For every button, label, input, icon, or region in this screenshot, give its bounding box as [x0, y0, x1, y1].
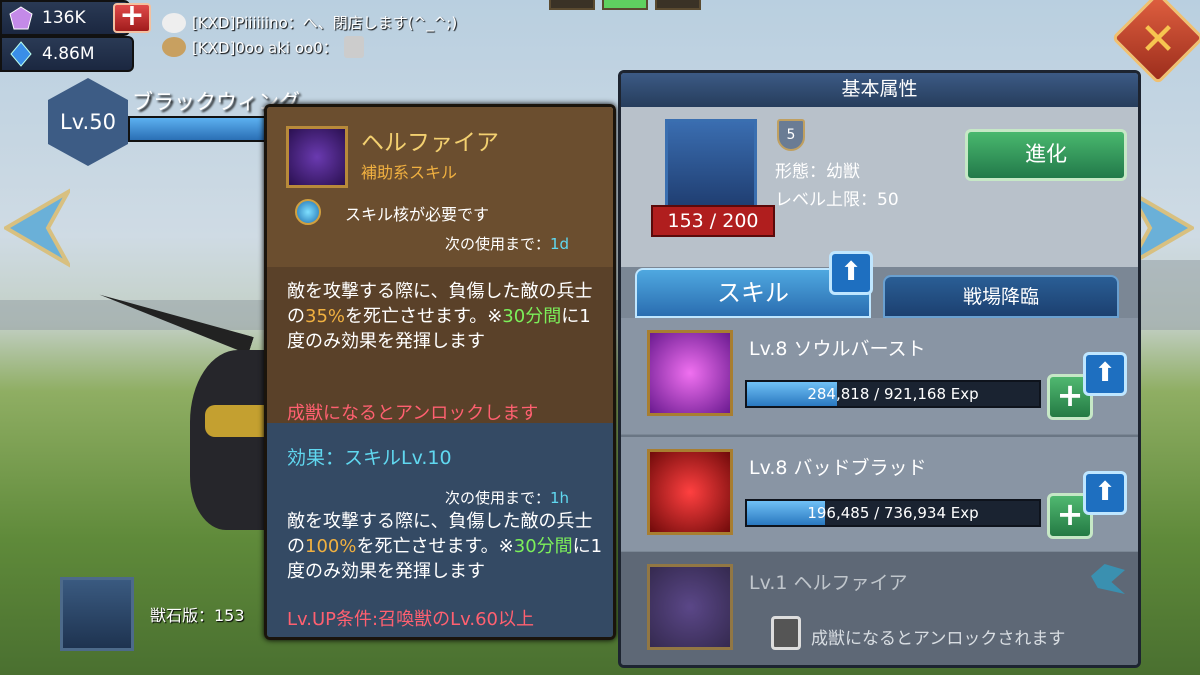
familiar-card-icon[interactable] [60, 577, 134, 651]
skill-row-1: Lv.8 ソウルバースト 284,818 / 921,168 Exp + ⬆ [621, 318, 1138, 434]
tooltip-title: ヘルファイア [361, 130, 499, 156]
cooldown-2: 次の使用まで：1h [445, 489, 570, 507]
locked-message: 成獣になるとアンロックされます [811, 629, 1066, 649]
lock-icon [771, 616, 801, 650]
crystal-icon [10, 41, 32, 67]
familiar-level-badge: Lv.50 [48, 78, 128, 166]
skill-row-3-locked: Lv.1 ヘルファイア 成獣になるとアンロックされます [621, 552, 1138, 665]
core-requirement: スキル核が必要です [345, 205, 490, 224]
skill-upgrade-icon-1: ⬆ [1083, 352, 1127, 396]
effect-level: 効果：スキルLv.10 [287, 447, 452, 469]
level-cap: レベル上限：50 [775, 190, 899, 210]
chat-line-1[interactable]: [KXD]Piiiiiino：へ、閉店します(^_^;) [162, 12, 457, 33]
hellfire-skill-icon-locked[interactable] [647, 564, 733, 650]
tier-shield-icon: 5 [777, 119, 805, 151]
page-indicator-1 [549, 0, 595, 10]
unlock-condition: 成獣になるとアンロックします [287, 403, 539, 424]
skill-tooltip: ヘルファイア 補助系スキル スキル核が必要です 次の使用まで：1d 敵を攻撃する… [264, 104, 616, 640]
guild-badge-icon [162, 37, 186, 57]
buy-gems-button[interactable]: + [113, 1, 151, 33]
chat-line-2[interactable]: [KXD]0oo aki oo0： [162, 36, 364, 58]
crystal-amount: 4.86M [42, 44, 95, 64]
skill-name-1: Lv.8 ソウルバースト [749, 338, 926, 360]
shard-count: 153 / 200 [651, 205, 775, 237]
familiar-form: 形態：幼獣 [775, 162, 860, 182]
badblood-skill-icon[interactable] [647, 449, 733, 535]
cooldown-1: 次の使用まで：1d [445, 235, 570, 253]
page-indicator-2 [602, 0, 648, 10]
prev-arrow-icon[interactable] [4, 188, 70, 268]
levelup-condition: Lv.UP条件:召喚獣のLv.60以上 [287, 609, 535, 630]
evolve-button[interactable]: 進化 [965, 129, 1127, 181]
background-ruins-right [1140, 260, 1200, 330]
tooltip-description-1: 敵を攻撃する際に、負傷した敵の兵士の35%を死亡させます。※30分間に1度のみ効… [287, 281, 593, 352]
crystal-counter: 4.86M [0, 36, 134, 72]
chat-sticker-icon [343, 36, 364, 58]
wing-icon [1091, 564, 1125, 594]
tooltip-subtitle: 補助系スキル [361, 163, 458, 182]
attribute-panel: 基本属性 153 / 200 5 形態：幼獣 レベル上限：50 進化 スキル ⬆… [618, 70, 1141, 668]
hellfire-skill-icon [286, 126, 348, 188]
close-icon: ✕ [1139, 14, 1177, 65]
tooltip-description-2: 敵を攻撃する際に、負傷した敵の兵士の100%を死亡させます。※30分間に1度のみ… [287, 511, 603, 582]
panel-title: 基本属性 [621, 73, 1138, 107]
gem-icon [9, 6, 33, 30]
skill-core-icon [295, 199, 321, 225]
skill-upgrade-icon-2: ⬆ [1083, 471, 1127, 515]
skill-exp-bar-2: 196,485 / 736,934 Exp [745, 499, 1041, 527]
skill-row-2: Lv.8 バッドブラッド 196,485 / 736,934 Exp + ⬆ [621, 435, 1138, 551]
skill-exp-bar-1: 284,818 / 921,168 Exp [745, 380, 1041, 408]
page-indicator-3 [655, 0, 701, 10]
familiar-portrait [665, 119, 757, 211]
chat-bubble-icon [162, 12, 186, 33]
gem-counter: 136K [0, 0, 130, 36]
skill-name-3: Lv.1 ヘルファイア [749, 572, 908, 594]
gem-amount: 136K [42, 8, 86, 28]
soulburst-skill-icon[interactable] [647, 330, 733, 416]
tab-battle[interactable]: 戦場降臨 [883, 275, 1119, 318]
beast-stone-label: 獣石版：153 [150, 606, 245, 625]
skill-name-2: Lv.8 バッドブラッド [749, 457, 927, 479]
skill-upgrade-alert-icon: ⬆ [829, 251, 873, 295]
familiar-exp-bar [128, 116, 278, 142]
